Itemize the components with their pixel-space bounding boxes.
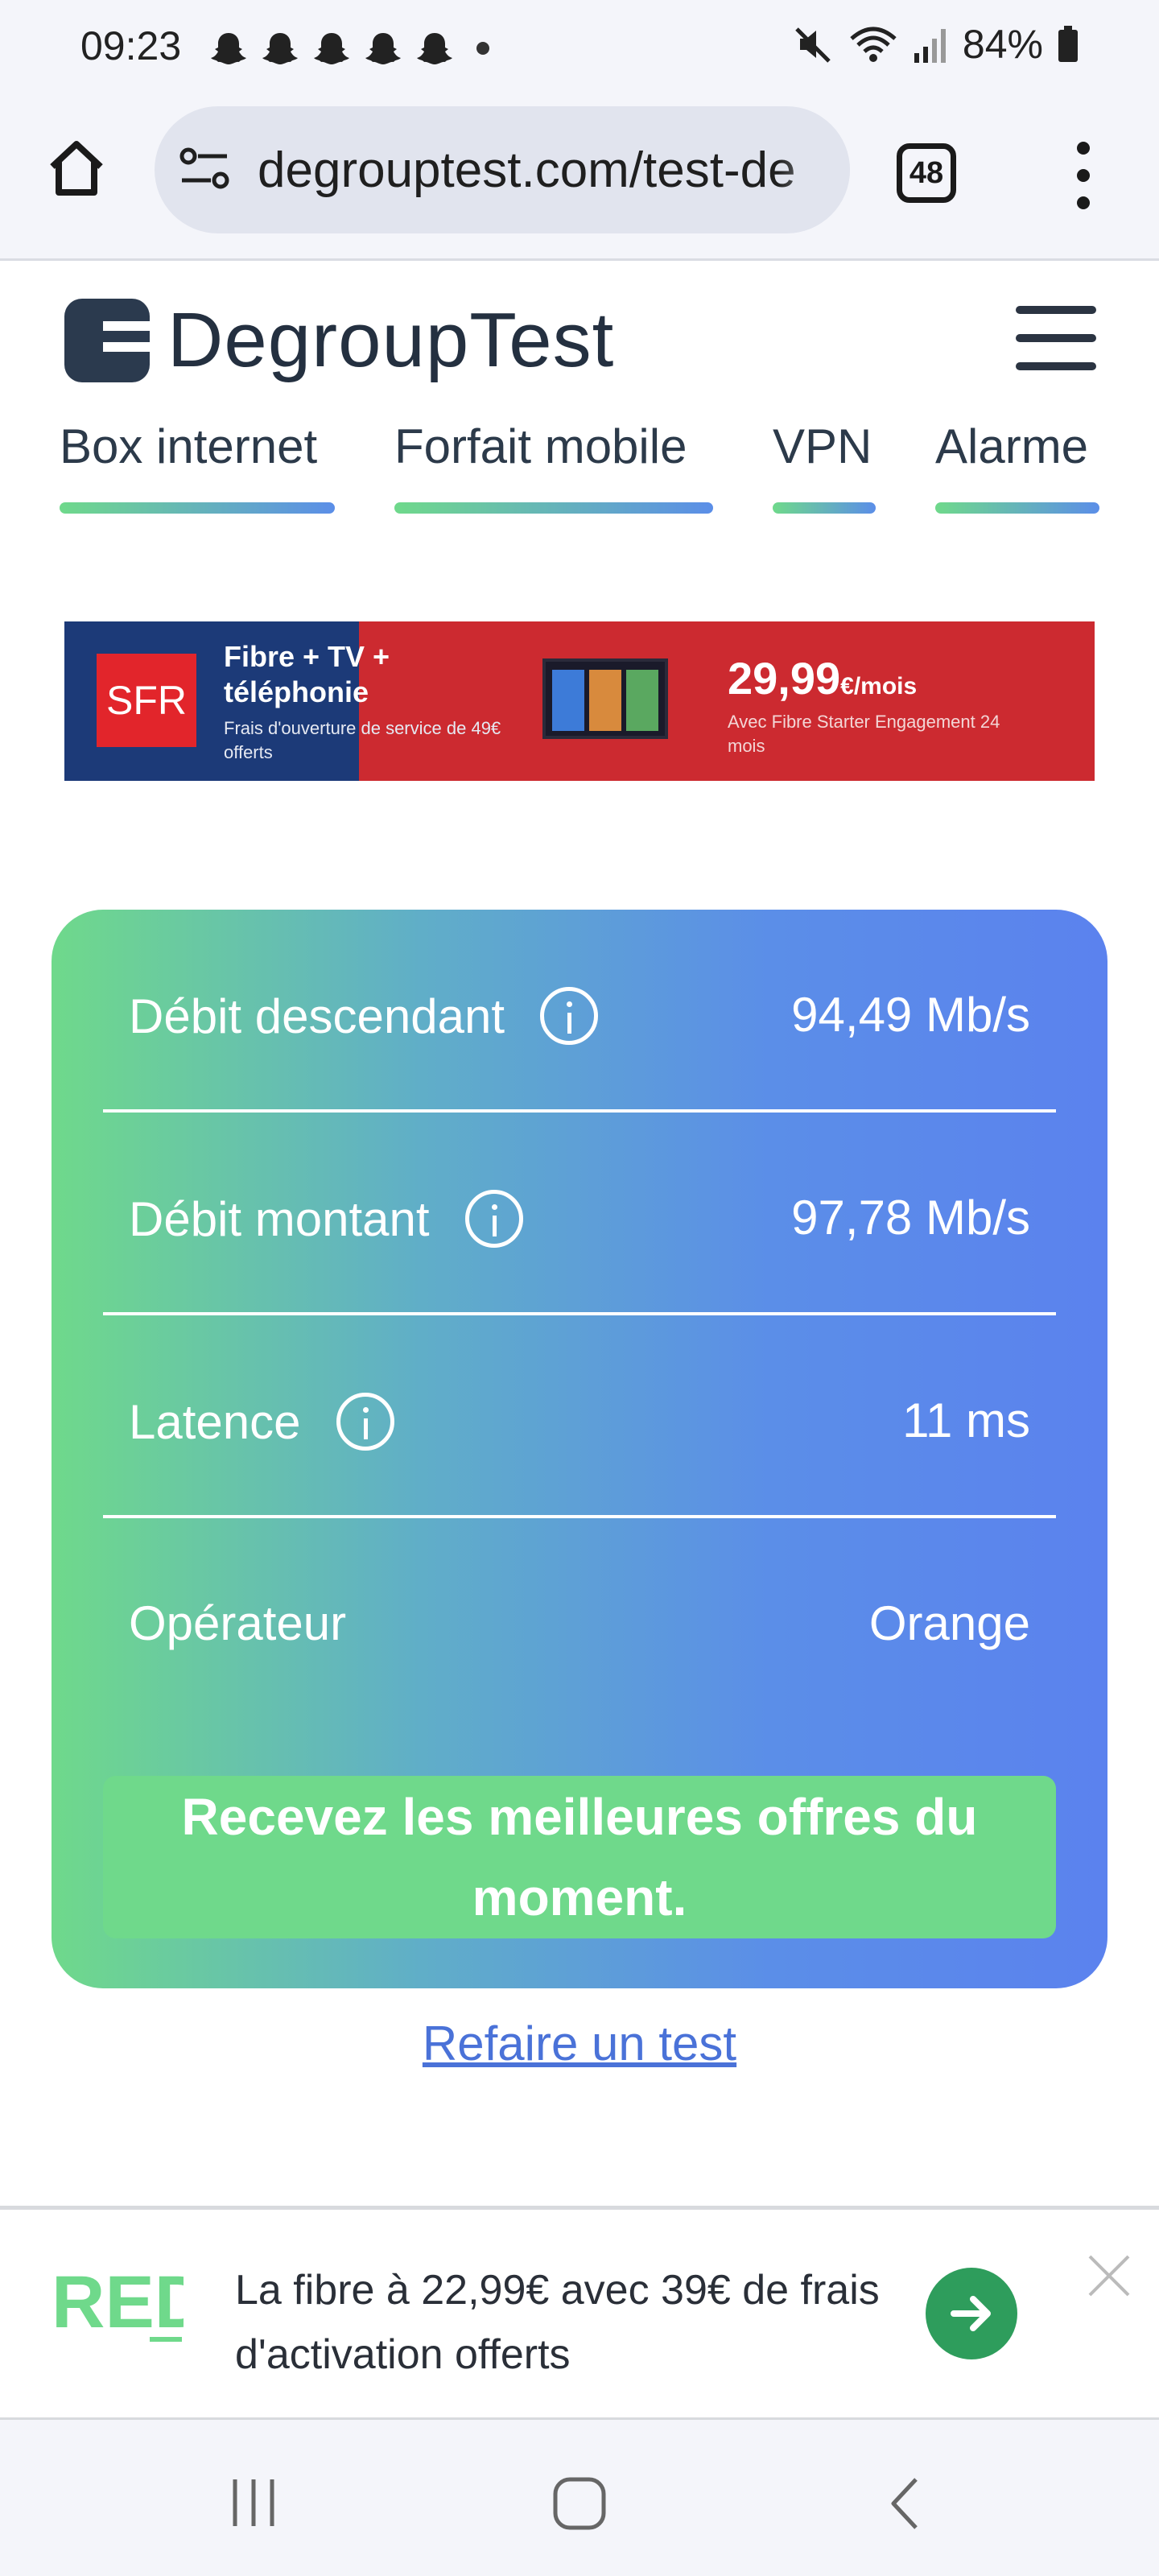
result-row-latency: Latence 11 ms	[103, 1315, 1056, 1518]
tab-switcher-button[interactable]: 48	[897, 143, 956, 203]
sfr-logo: SFR	[97, 654, 196, 747]
hamburger-line	[1016, 362, 1096, 370]
operator-label: Opérateur	[129, 1596, 347, 1650]
status-bar: 09:23 84%	[0, 0, 1159, 95]
result-row-download: Débit descendant 94,49 Mb/s	[103, 910, 1056, 1113]
mute-icon	[795, 27, 831, 63]
speedtest-result-card: Débit descendant 94,49 Mb/s Débit montan…	[52, 910, 1107, 1988]
degrouptest-logo-icon	[64, 299, 150, 382]
nav-item-vpn[interactable]: VPN	[773, 419, 876, 515]
tv-tile	[626, 670, 658, 731]
nav-item-box-internet[interactable]: Box internet	[60, 419, 335, 515]
svg-text:RED: RED	[52, 2263, 184, 2343]
ad-subtitle: Frais d'ouverture de service de 49€ offe…	[224, 718, 501, 762]
ad-arrow-button[interactable]	[926, 2268, 1017, 2359]
browser-toolbar: degrouptest.com/test-de 48	[0, 95, 1159, 261]
red-by-sfr-logo: RED	[52, 2263, 184, 2343]
retest-link-label: Refaire un test	[422, 2017, 737, 2070]
url-fade	[777, 106, 850, 233]
info-icon[interactable]	[336, 1393, 394, 1451]
nav-item-alarme[interactable]: Alarme	[935, 419, 1099, 515]
browser-menu-button[interactable]	[1059, 142, 1107, 209]
snapchat-icon	[262, 33, 298, 64]
ad-price-value: 29,99	[728, 653, 841, 704]
tv-image	[542, 658, 668, 739]
nav-label: VPN	[773, 419, 872, 473]
logo-text: DegroupTest	[167, 297, 615, 383]
upload-value: 97,78 Mb/s	[791, 1191, 1030, 1245]
snapchat-icon	[365, 33, 401, 64]
result-row-operator: Opérateur Orange	[103, 1518, 1056, 1721]
nav-item-forfait-mobile[interactable]: Forfait mobile	[394, 419, 713, 515]
ad-price: 29,99€/mois	[728, 652, 917, 704]
hamburger-line	[1016, 306, 1096, 314]
wifi-icon	[850, 27, 897, 62]
sfr-ad-banner[interactable]: SFR Fibre + TV + téléphonie Frais d'ouve…	[64, 621, 1095, 781]
site-settings-icon[interactable]	[179, 145, 232, 195]
latency-value: 11 ms	[902, 1393, 1030, 1447]
arrow-right-icon	[951, 2296, 991, 2331]
nav-underline	[935, 502, 1099, 514]
result-label: Débit descendant	[129, 987, 598, 1045]
menu-dot	[1077, 169, 1090, 182]
menu-dot	[1077, 196, 1090, 209]
info-icon[interactable]	[540, 987, 598, 1045]
home-nav-icon[interactable]	[551, 2475, 608, 2533]
home-icon	[50, 141, 103, 196]
more-notifications-dot	[476, 42, 489, 55]
nav-label: Alarme	[935, 419, 1089, 473]
ad-title: Fibre + TV + téléphonie	[224, 640, 390, 708]
battery-icon	[1058, 26, 1078, 62]
site-logo[interactable]: DegroupTest	[64, 296, 614, 385]
snapchat-icon	[314, 33, 349, 64]
latency-label: Latence	[129, 1394, 301, 1449]
retest-link[interactable]: Refaire un test	[0, 2016, 1159, 2071]
upload-label: Débit montant	[129, 1191, 430, 1246]
menu-dot	[1077, 142, 1090, 155]
system-navigation-bar	[0, 2420, 1159, 2576]
site-nav: Box internet Forfait mobile VPN Alarme	[0, 419, 1159, 515]
result-row-upload: Débit montant 97,78 Mb/s	[103, 1113, 1056, 1315]
result-label: Opérateur	[129, 1596, 346, 1651]
nav-label: Forfait mobile	[394, 419, 687, 473]
ad-price-unit: €/mois	[840, 673, 918, 700]
hamburger-line	[1016, 334, 1096, 342]
snapchat-icon	[211, 33, 246, 64]
download-label: Débit descendant	[129, 989, 505, 1043]
tv-tile	[589, 670, 621, 731]
back-icon[interactable]	[877, 2475, 935, 2533]
url-text: degrouptest.com/test-de	[258, 142, 796, 198]
notification-icons	[208, 31, 456, 66]
hamburger-menu-button[interactable]	[1016, 306, 1096, 370]
status-time: 09:23	[80, 23, 182, 68]
operator-value: Orange	[868, 1596, 1030, 1650]
bottom-ad-text: La fibre à 22,99€ avec 39€ de frais d'ac…	[235, 2267, 880, 2378]
info-icon[interactable]	[464, 1190, 523, 1248]
tv-tile	[552, 670, 584, 731]
recent-apps-icon[interactable]	[225, 2475, 282, 2531]
url-bar[interactable]: degrouptest.com/test-de	[155, 106, 850, 233]
snapchat-icon	[417, 33, 452, 64]
ad-price-note: Avec Fibre Starter Engagement 24 mois	[728, 712, 1000, 756]
download-value: 94,49 Mb/s	[791, 988, 1030, 1042]
home-button[interactable]	[40, 132, 113, 204]
result-label: Débit montant	[129, 1190, 523, 1248]
close-icon[interactable]	[1083, 2250, 1135, 2301]
red-by-sfr-ad[interactable]: RED La fibre à 22,99€ avec 39€ de frais …	[0, 2206, 1159, 2420]
nav-label: Box internet	[60, 419, 318, 473]
result-label: Latence	[129, 1393, 394, 1451]
battery-percent: 84%	[962, 22, 1043, 67]
nav-underline	[394, 502, 713, 514]
status-right: 84%	[794, 21, 1079, 68]
best-offers-button[interactable]: Recevez les meilleures offres du moment.	[103, 1776, 1056, 1938]
nav-underline	[773, 502, 876, 514]
nav-underline	[60, 502, 335, 514]
signal-icon	[914, 29, 946, 63]
